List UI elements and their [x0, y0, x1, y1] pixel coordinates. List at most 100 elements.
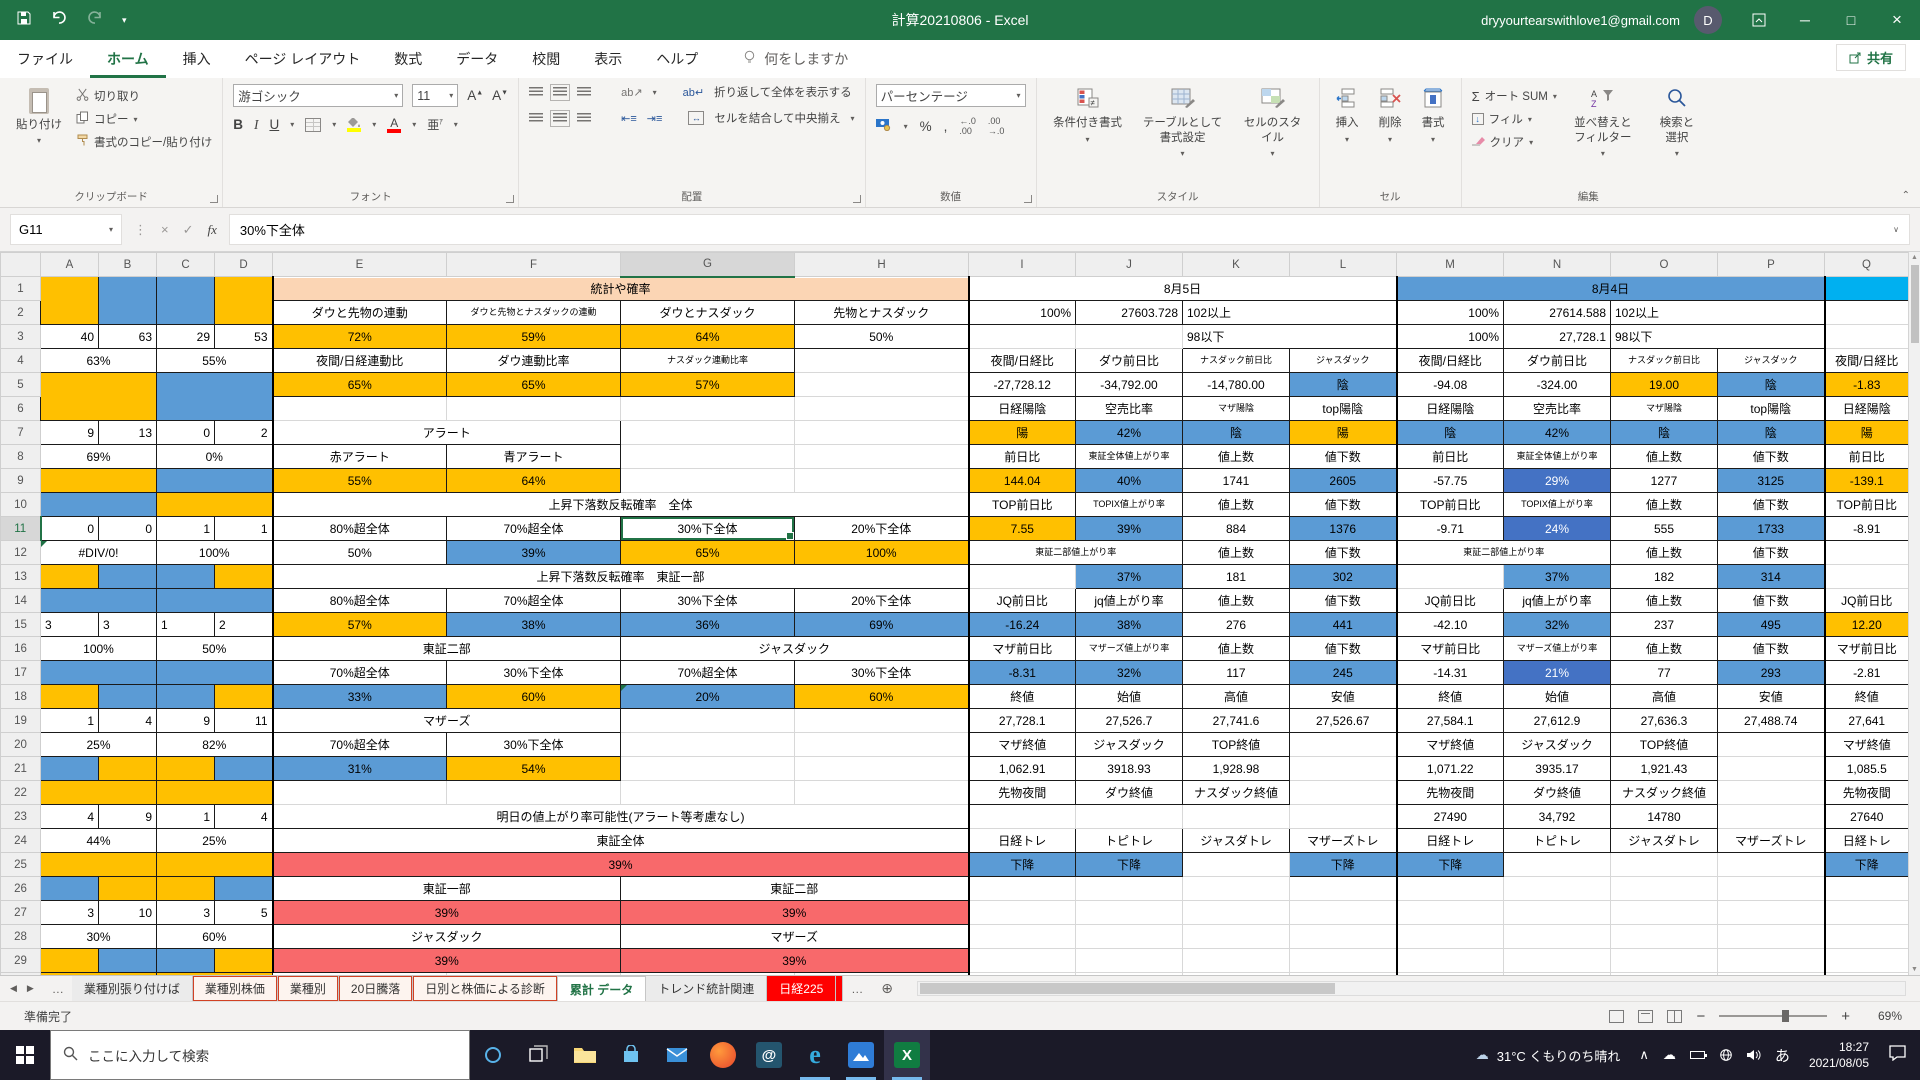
horizontal-scrollbar[interactable]: [917, 981, 1906, 996]
cell-K9[interactable]: 1741: [1183, 469, 1290, 493]
cell-E21[interactable]: 31%: [273, 757, 447, 781]
weather-widget[interactable]: ☁ 31°C くもりのち晴れ: [1464, 1046, 1633, 1065]
increase-decimal-icon[interactable]: ←.0.00: [959, 116, 976, 136]
cell-D3[interactable]: 53: [215, 325, 273, 349]
cell-M17[interactable]: -14.31: [1397, 661, 1504, 685]
cell-A17[interactable]: [41, 661, 157, 685]
align-left-icon[interactable]: [529, 113, 543, 124]
cell-M30[interactable]: [1397, 973, 1504, 976]
cell-J16[interactable]: マザーズ値上がり率: [1076, 637, 1183, 661]
cell-I18[interactable]: 終値: [969, 685, 1076, 709]
cell-Q18[interactable]: 終値: [1825, 685, 1909, 709]
mail-icon[interactable]: [654, 1030, 700, 1080]
row-header-17[interactable]: 17: [1, 661, 41, 685]
cell-P20[interactable]: [1718, 733, 1825, 757]
cell-Q17[interactable]: -2.81: [1825, 661, 1909, 685]
cell-L7[interactable]: 陽: [1290, 421, 1397, 445]
increase-font-icon[interactable]: A▲: [467, 88, 483, 103]
cell-L21[interactable]: [1290, 757, 1397, 781]
cell-O15[interactable]: 237: [1611, 613, 1718, 637]
cell-O7[interactable]: 陰: [1611, 421, 1718, 445]
enter-icon[interactable]: ✓: [183, 222, 194, 238]
align-right-icon[interactable]: [577, 113, 591, 124]
cell-L12[interactable]: 値下数: [1290, 541, 1397, 565]
cell-A28[interactable]: 30%: [41, 925, 157, 949]
cell-B23[interactable]: 9: [99, 805, 157, 829]
cell-E20[interactable]: 70%超全体: [273, 733, 447, 757]
cell-Q9[interactable]: -139.1: [1825, 469, 1909, 493]
cell-F30[interactable]: [447, 973, 621, 976]
cell-B11[interactable]: 0: [99, 517, 157, 541]
account-email[interactable]: dryyourtearswithlove1@gmail.com: [1481, 13, 1680, 28]
cell-C17[interactable]: [157, 661, 273, 685]
cell-F4[interactable]: ダウ連動比率: [447, 349, 621, 373]
cell-C3[interactable]: 29: [157, 325, 215, 349]
cell-K27[interactable]: [1183, 901, 1290, 925]
cell-P8[interactable]: 値下数: [1718, 445, 1825, 469]
cell-A9[interactable]: [41, 469, 157, 493]
cell-N19[interactable]: 27,612.9: [1504, 709, 1611, 733]
cell-N18[interactable]: 始値: [1504, 685, 1611, 709]
col-header-B[interactable]: B: [99, 253, 157, 277]
cell-N7[interactable]: 42%: [1504, 421, 1611, 445]
cell-E15[interactable]: 57%: [273, 613, 447, 637]
clipboard-dialog-launcher-icon[interactable]: [210, 195, 218, 203]
row-header-11[interactable]: 11: [1, 517, 41, 541]
cell-I7[interactable]: 陽: [969, 421, 1076, 445]
cell-C21[interactable]: [157, 757, 215, 781]
cell-B29[interactable]: [99, 949, 157, 973]
cell-A13[interactable]: [41, 565, 99, 589]
cell-H5[interactable]: [795, 373, 969, 397]
cell-J8[interactable]: 東証全体値上がり率: [1076, 445, 1183, 469]
cell-A20[interactable]: 25%: [41, 733, 157, 757]
cell-C27[interactable]: 3: [157, 901, 215, 925]
cell-L8[interactable]: 値下数: [1290, 445, 1397, 469]
cell-C12[interactable]: 100%: [157, 541, 273, 565]
cell-J29[interactable]: [1076, 949, 1183, 973]
cell-N26[interactable]: [1504, 877, 1611, 901]
cell-A25[interactable]: [41, 853, 157, 877]
cell-G11[interactable]: 30%下全体: [621, 517, 795, 541]
col-header-G[interactable]: G: [621, 253, 795, 277]
cell-N27[interactable]: [1504, 901, 1611, 925]
cell-C16[interactable]: 50%: [157, 637, 273, 661]
row-header-10[interactable]: 10: [1, 493, 41, 517]
cell-J24[interactable]: トピトレ: [1076, 829, 1183, 853]
sheet-overflow-left[interactable]: …: [44, 976, 72, 1001]
formula-input[interactable]: 30%下全体 ∨: [229, 214, 1910, 245]
cell-M22[interactable]: 先物夜間: [1397, 781, 1504, 805]
borders-icon[interactable]: [305, 118, 321, 132]
cell-Q5[interactable]: -1.83: [1825, 373, 1909, 397]
cell-G7[interactable]: [621, 421, 795, 445]
cell-N29[interactable]: [1504, 949, 1611, 973]
cell-F12[interactable]: 39%: [447, 541, 621, 565]
close-button[interactable]: ×: [1874, 0, 1920, 40]
cell-M18[interactable]: 終値: [1397, 685, 1504, 709]
cell-J15[interactable]: 38%: [1076, 613, 1183, 637]
cell-N14[interactable]: jq値上がり率: [1504, 589, 1611, 613]
cell-H30[interactable]: [795, 973, 969, 976]
zoom-slider[interactable]: [1719, 1015, 1827, 1017]
cell-I10[interactable]: TOP前日比: [969, 493, 1076, 517]
row-header-16[interactable]: 16: [1, 637, 41, 661]
cell-K16[interactable]: 値上数: [1183, 637, 1290, 661]
cell-G9[interactable]: [621, 469, 795, 493]
cell-B18[interactable]: [99, 685, 157, 709]
comma-style-icon[interactable]: ,: [944, 119, 948, 134]
cell-D15[interactable]: 2: [215, 613, 273, 637]
cell-K3[interactable]: 98以下: [1183, 325, 1397, 349]
cell-P25[interactable]: [1718, 853, 1825, 877]
cell-N20[interactable]: ジャスダック: [1504, 733, 1611, 757]
cell-O18[interactable]: 高値: [1611, 685, 1718, 709]
col-header-A[interactable]: A: [41, 253, 99, 277]
cell-L4[interactable]: ジャスダック: [1290, 349, 1397, 373]
cell-E9[interactable]: 55%: [273, 469, 447, 493]
cell-Q22[interactable]: 先物夜間: [1825, 781, 1909, 805]
format-cells-button[interactable]: 書式 ▾: [1416, 84, 1451, 187]
cell-N30[interactable]: [1504, 973, 1611, 976]
cell-K14[interactable]: 値上数: [1183, 589, 1290, 613]
cell-C8[interactable]: 0%: [157, 445, 273, 469]
cell-C15[interactable]: 1: [157, 613, 215, 637]
cell-O13[interactable]: 182: [1611, 565, 1718, 589]
cell-P30[interactable]: [1718, 973, 1825, 976]
